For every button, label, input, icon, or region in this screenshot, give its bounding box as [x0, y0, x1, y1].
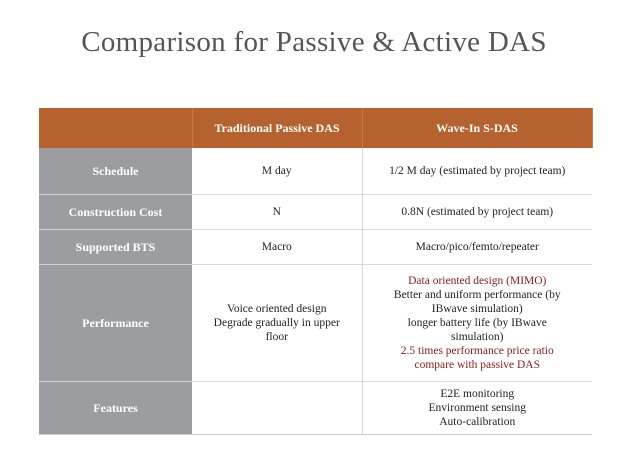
cell-line: simulation)	[451, 330, 504, 343]
cell-line: Macro	[261, 240, 292, 253]
cell-line: Better and uniform performance (by	[393, 288, 561, 301]
row-label-supported-bts: Supported BTS	[39, 229, 192, 265]
cell-line: E2E monitoring	[440, 387, 515, 400]
table-row-performance: Performance Voice oriented design Degrad…	[39, 264, 592, 382]
cell-passive-features	[192, 381, 363, 435]
cell-active-construction-cost: 0.8N (estimated by project team)	[362, 194, 592, 230]
cell-passive-construction-cost: N	[192, 194, 363, 230]
cell-passive-supported-bts: Macro	[192, 229, 363, 265]
cell-line: Environment sensing	[428, 401, 526, 414]
comparison-table: Traditional Passive DAS Wave-In S-DAS Sc…	[39, 108, 593, 435]
cell-line: IBwave simulation)	[431, 302, 523, 315]
cell-line: N	[272, 205, 281, 218]
cell-line: 1/2 M day (estimated by project team)	[389, 164, 566, 177]
row-label-features: Features	[39, 381, 192, 435]
cell-line: Macro/pico/femto/repeater	[415, 240, 539, 253]
cell-active-schedule: 1/2 M day (estimated by project team)	[362, 148, 592, 195]
cell-line-highlight: compare with passive DAS	[414, 358, 541, 371]
cell-line-highlight: 2.5 times performance price ratio	[400, 344, 554, 357]
cell-line: 0.8N (estimated by project team)	[401, 205, 554, 218]
header-passive-das: Traditional Passive DAS	[192, 108, 363, 148]
table-row-schedule: Schedule M day 1/2 M day (estimated by p…	[39, 148, 592, 195]
table-header-row: Traditional Passive DAS Wave-In S-DAS	[39, 108, 593, 148]
table-row-supported-bts: Supported BTS Macro Macro/pico/femto/rep…	[39, 229, 592, 265]
cell-active-supported-bts: Macro/pico/femto/repeater	[362, 229, 592, 265]
row-label-construction-cost: Construction Cost	[39, 194, 192, 230]
cell-passive-schedule: M day	[192, 148, 363, 195]
slide-title: Comparison for Passive & Active DAS	[81, 26, 547, 58]
cell-active-features: E2E monitoring Environment sensing Auto-…	[362, 381, 592, 435]
cell-line-highlight: Data oriented design (MIMO)	[408, 274, 547, 287]
cell-line: Degrade gradually in upper	[213, 316, 340, 329]
cell-line: Voice oriented design	[227, 302, 327, 315]
cell-line: M day	[261, 164, 292, 177]
cell-line: floor	[265, 330, 288, 343]
cell-line: longer battery life (by IBwave	[407, 316, 547, 329]
header-wave-in-sdas: Wave-In S-DAS	[362, 108, 593, 148]
row-label-schedule: Schedule	[39, 148, 192, 195]
table-row-features: Features E2E monitoring Environment sens…	[39, 381, 592, 435]
row-label-performance: Performance	[39, 264, 192, 382]
cell-active-performance: Data oriented design (MIMO) Better and u…	[362, 264, 592, 382]
cell-line: Auto-calibration	[439, 415, 516, 428]
table-row-construction-cost: Construction Cost N 0.8N (estimated by p…	[39, 194, 592, 230]
header-corner-cell	[39, 108, 193, 148]
cell-passive-performance: Voice oriented design Degrade gradually …	[192, 264, 363, 382]
